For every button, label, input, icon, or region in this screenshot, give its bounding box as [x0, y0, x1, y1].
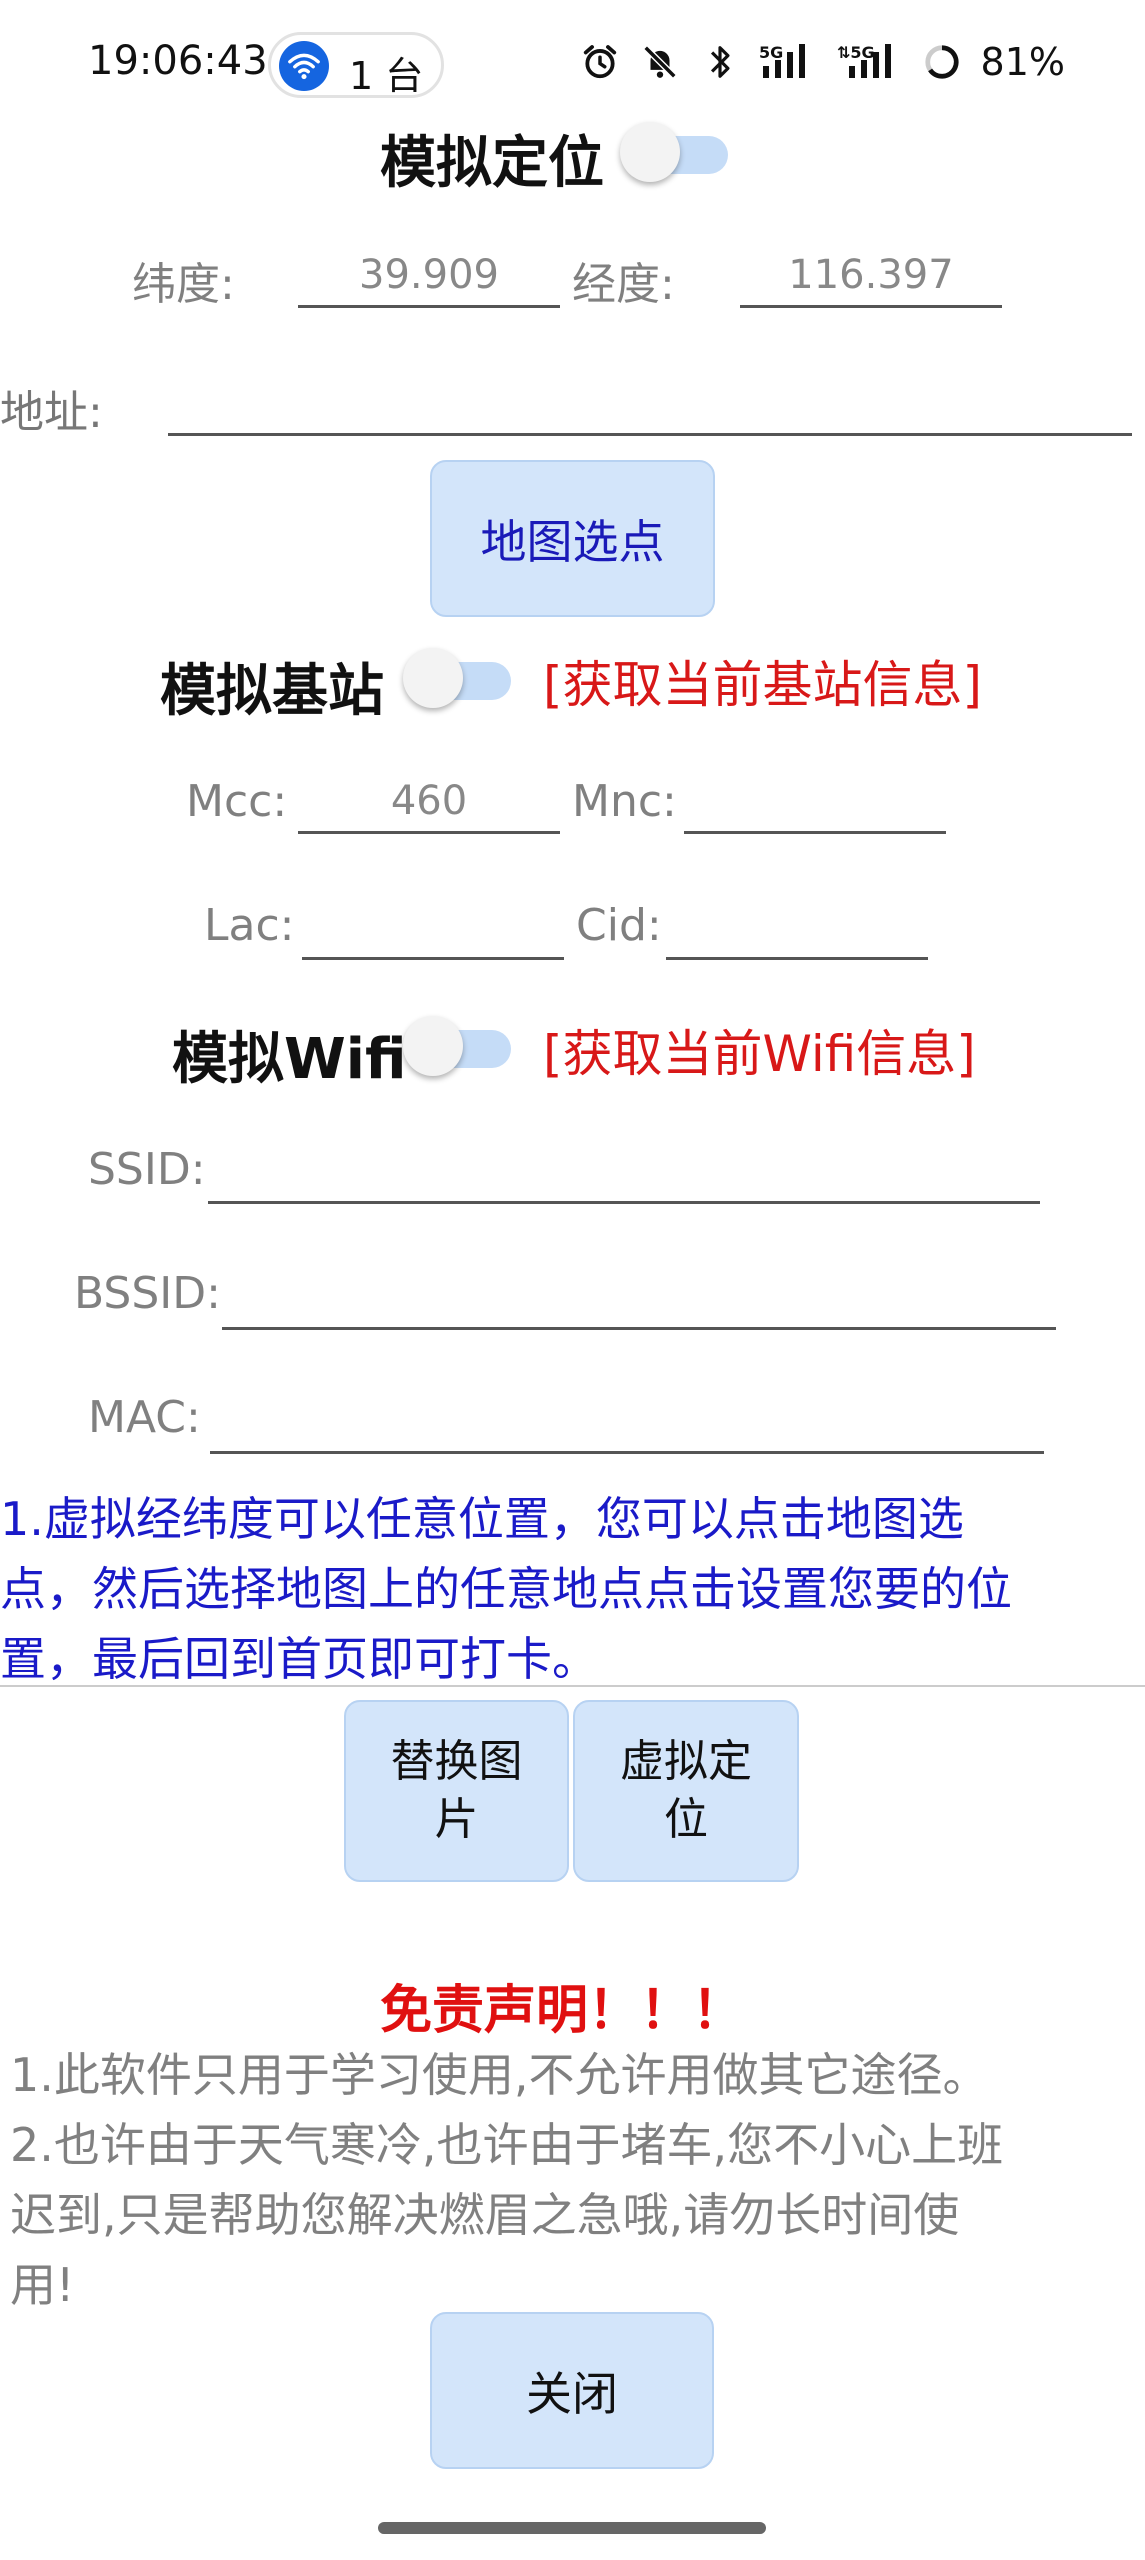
disclaimer-title: 免责声明！！！	[380, 1981, 745, 2041]
address-label: 地址:	[0, 387, 103, 438]
alarm-icon	[579, 41, 621, 83]
status-icons: 5G ⇅5G 81%	[579, 40, 1065, 84]
close-button[interactable]: 关闭	[430, 2312, 714, 2469]
svg-text:⇅5G: ⇅5G	[837, 43, 875, 62]
cid-input[interactable]	[666, 902, 928, 960]
map-pick-button[interactable]: 地图选点	[430, 460, 715, 617]
mock-location-toggle[interactable]	[620, 122, 730, 182]
hotspot-pill[interactable]: 1 台	[268, 32, 444, 98]
usage-note: 1.虚拟经纬度可以任意位置，您可以点击地图选 点，然后选择地图上的任意地点点击设…	[0, 1484, 1145, 1694]
address-input[interactable]	[168, 378, 1132, 436]
bluetooth-icon	[699, 41, 741, 83]
battery-percent: 81%	[980, 40, 1065, 84]
usage-note-line: 1.虚拟经纬度可以任意位置，您可以点击地图选	[0, 1492, 964, 1546]
ssid-input[interactable]	[208, 1146, 1040, 1204]
divider	[0, 1685, 1145, 1687]
mcc-input[interactable]: 460	[298, 776, 560, 834]
mnc-input[interactable]	[684, 776, 946, 834]
signal-5g-icon-2: ⇅5G	[837, 41, 903, 83]
latitude-label: 纬度:	[132, 259, 235, 310]
hotspot-count: 1 台	[349, 54, 424, 98]
latitude-input[interactable]: 39.909	[298, 250, 560, 308]
signal-5g-icon: 5G	[759, 41, 819, 83]
disclaimer-line: 2.也许由于天气寒冷,也许由于堵车,您不小心上班	[10, 2118, 1004, 2172]
mac-label: MAC:	[88, 1392, 201, 1443]
mnc-label: Mnc:	[572, 776, 677, 827]
usage-note-line: 点，然后选择地图上的任意地点点击设置您要的位	[0, 1562, 1012, 1616]
status-time: 19:06:43	[88, 38, 268, 84]
disclaimer-line: 迟到,只是帮助您解决燃眉之急哦,请勿长时间使	[10, 2188, 960, 2242]
mock-cell-title: 模拟基站	[160, 659, 384, 724]
bssid-input[interactable]	[222, 1272, 1056, 1330]
usage-note-line: 置，最后回到首页即可打卡。	[0, 1632, 598, 1686]
replace-image-label-line: 片	[434, 1794, 479, 1845]
hotspot-icon	[279, 41, 329, 91]
mock-wifi-title: 模拟Wifi	[172, 1027, 407, 1092]
replace-image-label-line: 替换图	[390, 1736, 523, 1787]
battery-icon	[921, 41, 963, 83]
fetch-wifi-info-link[interactable]: [获取当前Wifi信息]	[543, 1014, 976, 1086]
ssid-label: SSID:	[88, 1144, 206, 1195]
mac-input[interactable]	[210, 1396, 1044, 1454]
disclaimer-text: 1.此软件只用于学习使用,不允许用做其它途径。 2.也许由于天气寒冷,也许由于堵…	[10, 2040, 1140, 2320]
fetch-cell-info-link[interactable]: [获取当前基站信息]	[543, 645, 982, 717]
virtual-location-label-line: 位	[664, 1794, 708, 1845]
svg-text:5G: 5G	[759, 43, 783, 62]
home-indicator[interactable]	[378, 2522, 766, 2534]
replace-image-button[interactable]: 替换图 片	[344, 1700, 569, 1882]
cid-label: Cid:	[576, 900, 662, 951]
lac-label: Lac:	[204, 900, 295, 951]
virtual-location-label-line: 虚拟定	[620, 1736, 752, 1787]
mock-location-title: 模拟定位	[380, 131, 604, 196]
longitude-input[interactable]: 116.397	[740, 250, 1002, 308]
mock-wifi-toggle[interactable]	[403, 1016, 513, 1076]
disclaimer-line: 用!	[10, 2258, 75, 2312]
longitude-label: 经度:	[572, 259, 675, 310]
bssid-label: BSSID:	[74, 1268, 221, 1319]
mute-bell-icon	[639, 41, 681, 83]
mcc-label: Mcc:	[186, 776, 288, 827]
lac-input[interactable]	[302, 902, 564, 960]
mock-cell-toggle[interactable]	[403, 648, 513, 708]
virtual-location-button[interactable]: 虚拟定 位	[573, 1700, 799, 1882]
disclaimer-line: 1.此软件只用于学习使用,不允许用做其它途径。	[10, 2048, 989, 2102]
